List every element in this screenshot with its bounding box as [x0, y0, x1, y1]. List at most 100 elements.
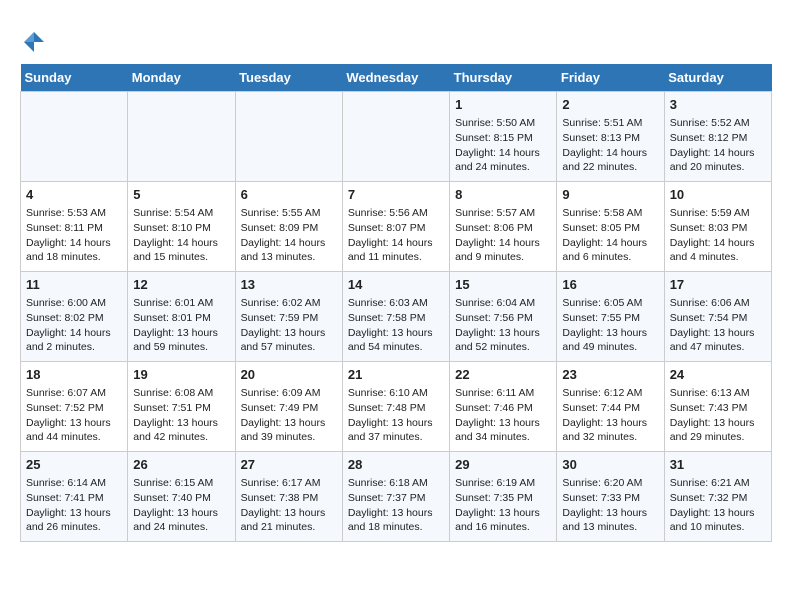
- day-info: Sunrise: 5:56 AMSunset: 8:07 PMDaylight:…: [348, 206, 444, 265]
- day-number: 16: [562, 276, 658, 294]
- day-info: Sunrise: 6:08 AMSunset: 7:51 PMDaylight:…: [133, 386, 229, 445]
- day-info: Sunrise: 6:05 AMSunset: 7:55 PMDaylight:…: [562, 296, 658, 355]
- day-number: 17: [670, 276, 766, 294]
- day-info: Sunrise: 5:55 AMSunset: 8:09 PMDaylight:…: [241, 206, 337, 265]
- day-info: Sunrise: 6:19 AMSunset: 7:35 PMDaylight:…: [455, 476, 551, 535]
- day-number: 12: [133, 276, 229, 294]
- day-info: Sunrise: 6:14 AMSunset: 7:41 PMDaylight:…: [26, 476, 122, 535]
- calendar-cell: 29 Sunrise: 6:19 AMSunset: 7:35 PMDayligh…: [450, 452, 557, 542]
- day-number: 25: [26, 456, 122, 474]
- day-number: 18: [26, 366, 122, 384]
- weekday-header: Sunday: [21, 64, 128, 92]
- day-number: 27: [241, 456, 337, 474]
- calendar-cell: 28 Sunrise: 6:18 AMSunset: 7:37 PMDayligh…: [342, 452, 449, 542]
- day-info: Sunrise: 5:52 AMSunset: 8:12 PMDaylight:…: [670, 116, 766, 175]
- calendar-cell: 25 Sunrise: 6:14 AMSunset: 7:41 PMDayligh…: [21, 452, 128, 542]
- calendar-cell: 26 Sunrise: 6:15 AMSunset: 7:40 PMDayligh…: [128, 452, 235, 542]
- day-info: Sunrise: 5:50 AMSunset: 8:15 PMDaylight:…: [455, 116, 551, 175]
- calendar-table: SundayMondayTuesdayWednesdayThursdayFrid…: [20, 64, 772, 542]
- day-info: Sunrise: 6:06 AMSunset: 7:54 PMDaylight:…: [670, 296, 766, 355]
- calendar-cell: 11 Sunrise: 6:00 AMSunset: 8:02 PMDayligh…: [21, 272, 128, 362]
- calendar-week-row: 25 Sunrise: 6:14 AMSunset: 7:41 PMDayligh…: [21, 452, 772, 542]
- calendar-cell: [21, 92, 128, 182]
- day-info: Sunrise: 6:21 AMSunset: 7:32 PMDaylight:…: [670, 476, 766, 535]
- calendar-cell: 8 Sunrise: 5:57 AMSunset: 8:06 PMDaylight…: [450, 182, 557, 272]
- calendar-cell: 13 Sunrise: 6:02 AMSunset: 7:59 PMDayligh…: [235, 272, 342, 362]
- calendar-cell: [342, 92, 449, 182]
- weekday-header: Monday: [128, 64, 235, 92]
- day-info: Sunrise: 6:09 AMSunset: 7:49 PMDaylight:…: [241, 386, 337, 445]
- calendar-cell: 12 Sunrise: 6:01 AMSunset: 8:01 PMDayligh…: [128, 272, 235, 362]
- day-info: Sunrise: 6:07 AMSunset: 7:52 PMDaylight:…: [26, 386, 122, 445]
- day-number: 23: [562, 366, 658, 384]
- day-number: 14: [348, 276, 444, 294]
- calendar-cell: 9 Sunrise: 5:58 AMSunset: 8:05 PMDaylight…: [557, 182, 664, 272]
- day-number: 22: [455, 366, 551, 384]
- day-info: Sunrise: 5:58 AMSunset: 8:05 PMDaylight:…: [562, 206, 658, 265]
- weekday-header: Wednesday: [342, 64, 449, 92]
- day-info: Sunrise: 6:00 AMSunset: 8:02 PMDaylight:…: [26, 296, 122, 355]
- calendar-cell: 16 Sunrise: 6:05 AMSunset: 7:55 PMDayligh…: [557, 272, 664, 362]
- day-number: 7: [348, 186, 444, 204]
- day-number: 9: [562, 186, 658, 204]
- calendar-week-row: 18 Sunrise: 6:07 AMSunset: 7:52 PMDayligh…: [21, 362, 772, 452]
- calendar-cell: 14Sunrise: 6:03 AMSunset: 7:58 PMDayligh…: [342, 272, 449, 362]
- calendar-cell: 10 Sunrise: 5:59 AMSunset: 8:03 PMDayligh…: [664, 182, 771, 272]
- calendar-body: 1Sunrise: 5:50 AMSunset: 8:15 PMDaylight…: [21, 92, 772, 542]
- calendar-cell: 31 Sunrise: 6:21 AMSunset: 7:32 PMDayligh…: [664, 452, 771, 542]
- calendar-cell: 18 Sunrise: 6:07 AMSunset: 7:52 PMDayligh…: [21, 362, 128, 452]
- calendar-week-row: 11 Sunrise: 6:00 AMSunset: 8:02 PMDayligh…: [21, 272, 772, 362]
- calendar-cell: 7 Sunrise: 5:56 AMSunset: 8:07 PMDaylight…: [342, 182, 449, 272]
- day-number: 31: [670, 456, 766, 474]
- day-number: 5: [133, 186, 229, 204]
- calendar-cell: 2 Sunrise: 5:51 AMSunset: 8:13 PMDaylight…: [557, 92, 664, 182]
- day-number: 29: [455, 456, 551, 474]
- page-header: [20, 24, 772, 56]
- day-info: Sunrise: 6:11 AMSunset: 7:46 PMDaylight:…: [455, 386, 551, 445]
- day-number: 11: [26, 276, 122, 294]
- day-info: Sunrise: 5:59 AMSunset: 8:03 PMDaylight:…: [670, 206, 766, 265]
- day-info: Sunrise: 6:02 AMSunset: 7:59 PMDaylight:…: [241, 296, 337, 355]
- calendar-cell: [235, 92, 342, 182]
- day-info: Sunrise: 6:18 AMSunset: 7:37 PMDaylight:…: [348, 476, 444, 535]
- calendar-cell: 4Sunrise: 5:53 AMSunset: 8:11 PMDaylight…: [21, 182, 128, 272]
- weekday-header: Thursday: [450, 64, 557, 92]
- calendar-cell: 19 Sunrise: 6:08 AMSunset: 7:51 PMDayligh…: [128, 362, 235, 452]
- calendar-cell: 6 Sunrise: 5:55 AMSunset: 8:09 PMDaylight…: [235, 182, 342, 272]
- logo: [20, 28, 52, 56]
- day-number: 24: [670, 366, 766, 384]
- calendar-cell: 17 Sunrise: 6:06 AMSunset: 7:54 PMDayligh…: [664, 272, 771, 362]
- day-number: 13: [241, 276, 337, 294]
- calendar-cell: 24 Sunrise: 6:13 AMSunset: 7:43 PMDayligh…: [664, 362, 771, 452]
- calendar-week-row: 1Sunrise: 5:50 AMSunset: 8:15 PMDaylight…: [21, 92, 772, 182]
- day-info: Sunrise: 5:54 AMSunset: 8:10 PMDaylight:…: [133, 206, 229, 265]
- day-number: 8: [455, 186, 551, 204]
- day-info: Sunrise: 6:01 AMSunset: 8:01 PMDaylight:…: [133, 296, 229, 355]
- day-number: 28: [348, 456, 444, 474]
- calendar-header: SundayMondayTuesdayWednesdayThursdayFrid…: [21, 64, 772, 92]
- calendar-cell: 23Sunrise: 6:12 AMSunset: 7:44 PMDayligh…: [557, 362, 664, 452]
- day-info: Sunrise: 6:13 AMSunset: 7:43 PMDaylight:…: [670, 386, 766, 445]
- day-number: 10: [670, 186, 766, 204]
- day-info: Sunrise: 6:10 AMSunset: 7:48 PMDaylight:…: [348, 386, 444, 445]
- day-info: Sunrise: 6:15 AMSunset: 7:40 PMDaylight:…: [133, 476, 229, 535]
- day-number: 6: [241, 186, 337, 204]
- day-info: Sunrise: 6:20 AMSunset: 7:33 PMDaylight:…: [562, 476, 658, 535]
- day-number: 26: [133, 456, 229, 474]
- day-info: Sunrise: 6:04 AMSunset: 7:56 PMDaylight:…: [455, 296, 551, 355]
- day-info: Sunrise: 5:53 AMSunset: 8:11 PMDaylight:…: [26, 206, 122, 265]
- calendar-cell: 1Sunrise: 5:50 AMSunset: 8:15 PMDaylight…: [450, 92, 557, 182]
- day-number: 15: [455, 276, 551, 294]
- day-number: 21: [348, 366, 444, 384]
- day-info: Sunrise: 5:57 AMSunset: 8:06 PMDaylight:…: [455, 206, 551, 265]
- day-info: Sunrise: 5:51 AMSunset: 8:13 PMDaylight:…: [562, 116, 658, 175]
- day-number: 2: [562, 96, 658, 114]
- calendar-cell: 21 Sunrise: 6:10 AMSunset: 7:48 PMDayligh…: [342, 362, 449, 452]
- weekday-header: Friday: [557, 64, 664, 92]
- calendar-cell: 30Sunrise: 6:20 AMSunset: 7:33 PMDayligh…: [557, 452, 664, 542]
- logo-icon: [20, 28, 48, 56]
- weekday-header: Tuesday: [235, 64, 342, 92]
- day-number: 19: [133, 366, 229, 384]
- day-info: Sunrise: 6:17 AMSunset: 7:38 PMDaylight:…: [241, 476, 337, 535]
- calendar-week-row: 4Sunrise: 5:53 AMSunset: 8:11 PMDaylight…: [21, 182, 772, 272]
